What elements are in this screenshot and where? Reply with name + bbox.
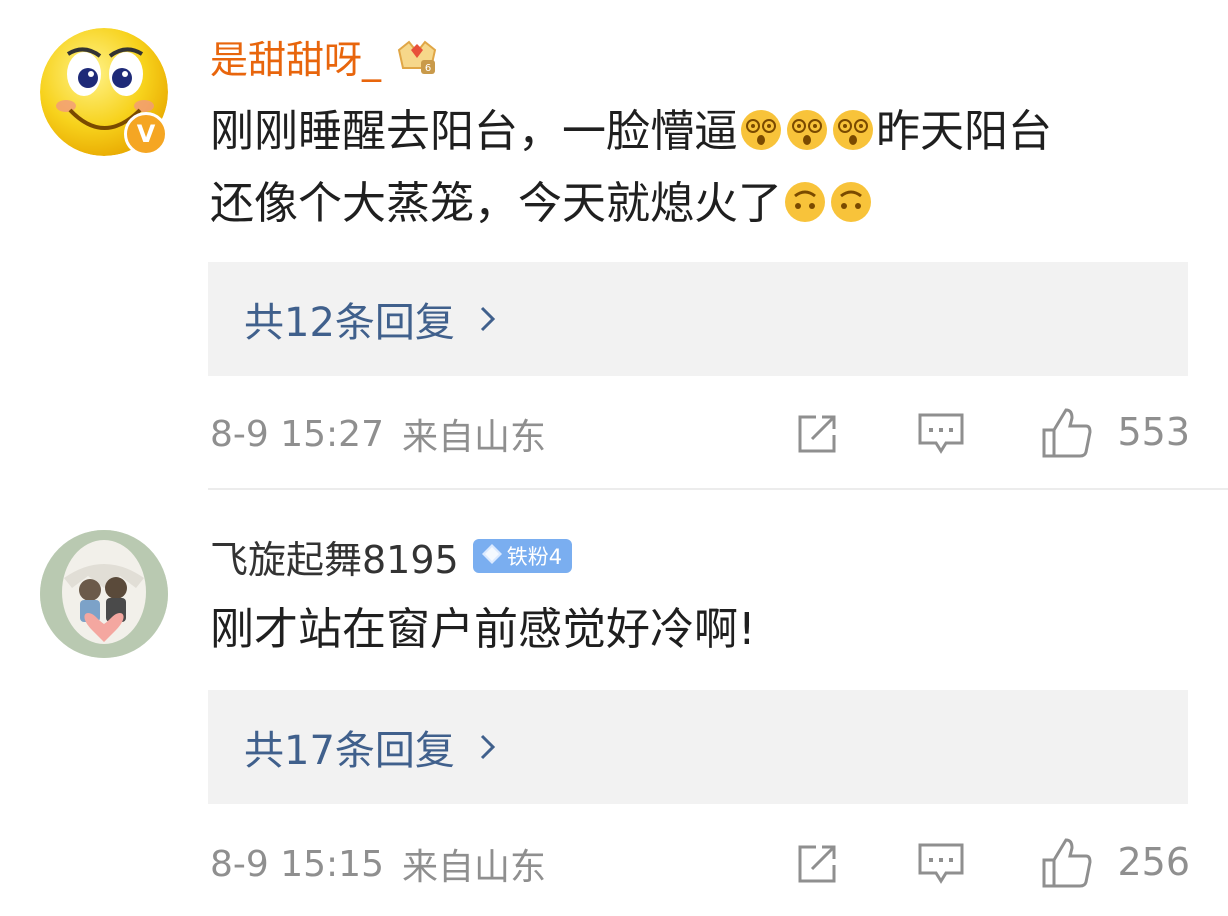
username[interactable]: 飞旋起舞8195 (210, 529, 459, 584)
replies-count-label: 共12条回复 (244, 300, 455, 346)
fan-badge-label: 铁粉4 (506, 545, 563, 569)
comment-text-part: 昨天阳台 (876, 106, 1052, 157)
comment-item: V 是甜甜呀_ 6 刚刚睡醒去阳台，一脸懵逼 昨天阳台 还像个大蒸笼，今天就熄火了 … (0, 0, 1228, 490)
dizzy-face-emoji-icon (739, 102, 783, 150)
diamond-icon (481, 543, 503, 570)
replies-count-label: 共17条回复 (244, 728, 455, 774)
comment-location: 来自山东 (402, 847, 547, 888)
user-name-row: 是甜甜呀_ 6 (210, 28, 439, 84)
chevron-right-icon (477, 304, 499, 334)
comment-text-part: 还像个大蒸笼，今天就熄火了 (210, 178, 782, 229)
comment-meta: 8-9 15:27 来自山东 553 (210, 404, 1190, 464)
upside-down-face-emoji-icon (783, 174, 827, 222)
user-name-row: 飞旋起舞8195 铁粉4 (210, 528, 573, 584)
like-thumb-icon[interactable] (1040, 406, 1094, 460)
comment-text: 刚才站在窗户前感觉好冷啊! (210, 604, 756, 655)
comment-location: 来自山东 (402, 417, 547, 458)
svg-text:6: 6 (425, 63, 431, 74)
upside-down-face-emoji-icon (829, 174, 873, 222)
comment-item: 飞旋起舞8195 铁粉4 刚才站在窗户前感觉好冷啊! 共17条回复 8-9 15… (0, 490, 1228, 916)
comment-icon[interactable] (916, 409, 966, 459)
like-count: 256 (1117, 840, 1190, 884)
crown-badge-icon[interactable]: 6 (395, 34, 439, 78)
verified-badge: V (124, 112, 168, 156)
photo-avatar-icon (40, 530, 168, 658)
like-count: 553 (1117, 410, 1190, 454)
chevron-right-icon (477, 732, 499, 762)
username[interactable]: 是甜甜呀_ (210, 29, 381, 84)
comment-icon[interactable] (916, 839, 966, 889)
user-avatar[interactable] (40, 530, 168, 658)
share-icon[interactable] (794, 841, 840, 887)
dizzy-face-emoji-icon (785, 102, 829, 150)
comment-text: 刚刚睡醒去阳台，一脸懵逼 昨天阳台还像个大蒸笼，今天就熄火了 (210, 96, 1200, 240)
comment-time: 8-9 15:15 (210, 843, 384, 885)
fan-level-badge[interactable]: 铁粉4 (472, 539, 573, 573)
view-replies-button[interactable]: 共12条回复 (208, 262, 1188, 376)
share-icon[interactable] (794, 411, 840, 457)
comment-time: 8-9 15:27 (210, 413, 384, 455)
comment-meta: 8-9 15:15 来自山东 256 (210, 834, 1190, 894)
comment-text-part: 刚刚睡醒去阳台，一脸懵逼 (210, 106, 738, 157)
dizzy-face-emoji-icon (831, 102, 875, 150)
like-thumb-icon[interactable] (1040, 836, 1094, 890)
view-replies-button[interactable]: 共17条回复 (208, 690, 1188, 804)
